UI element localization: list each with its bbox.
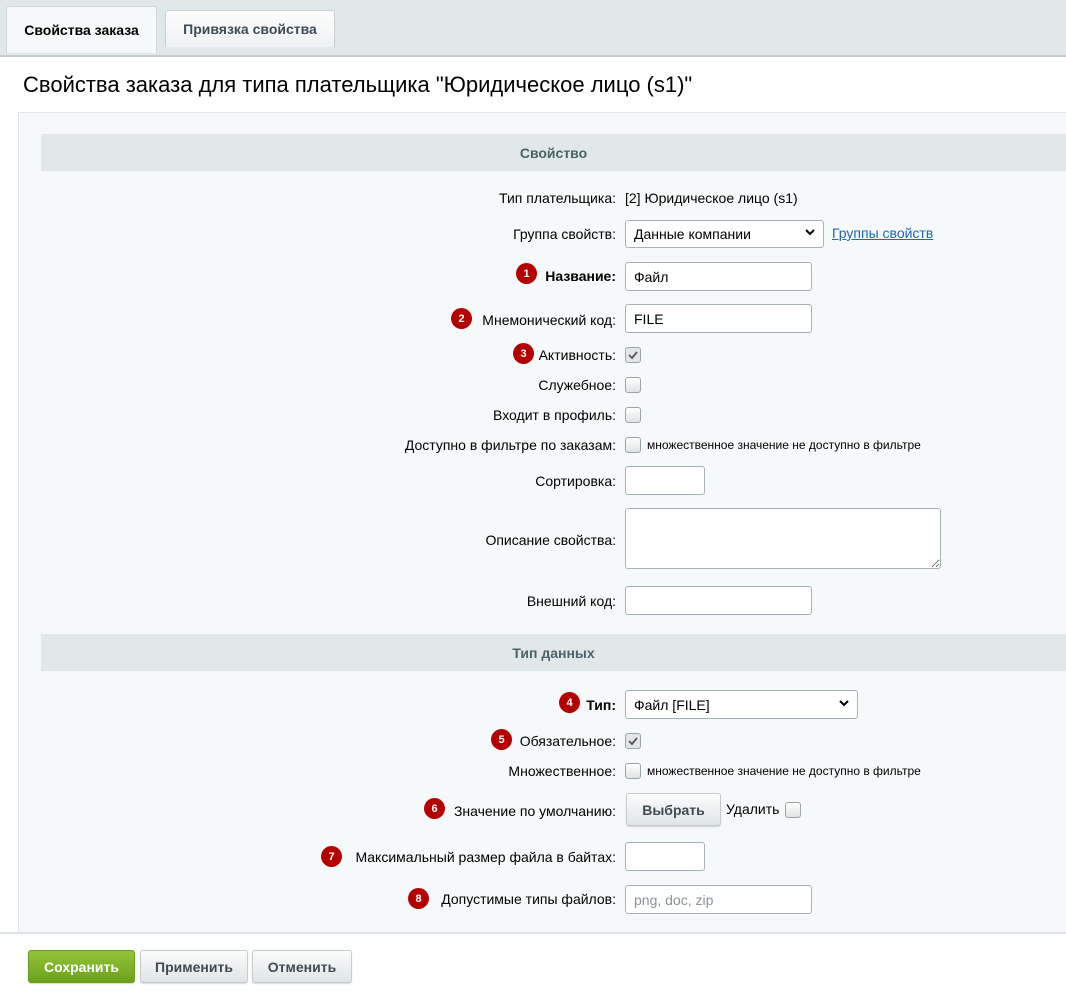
apply-button[interactable]: Применить — [140, 950, 248, 983]
delete-label: Удалить — [726, 801, 780, 817]
type-label: Тип: — [586, 697, 616, 713]
property-group-label: Группа свойств: — [513, 226, 616, 242]
multiple-note: множественное значение не доступно в фил… — [647, 764, 921, 778]
default-label: Значение по умолчанию: — [453, 803, 616, 819]
code-label: Мнемонический код: — [482, 312, 616, 328]
page-title: Свойства заказа для типа плательщика "Юр… — [23, 72, 693, 97]
callout-badge-5: 5 — [491, 729, 512, 750]
callout-badge-4: 4 — [559, 692, 580, 713]
description-label: Описание свойства: — [485, 532, 616, 548]
callout-badge-2: 2 — [451, 308, 472, 329]
property-group-select[interactable]: Данные компании — [625, 220, 824, 248]
util-label: Служебное: — [538, 377, 616, 393]
checkmark-icon — [628, 737, 638, 746]
xml-id-label: Внешний код: — [526, 593, 616, 609]
callout-badge-8: 8 — [408, 888, 429, 909]
profile-label: Входит в профиль: — [493, 407, 616, 423]
max-size-label: Максимальный размер файла в байтах: — [355, 849, 616, 865]
active-checkbox[interactable] — [625, 347, 641, 363]
cancel-button[interactable]: Отменить — [252, 950, 352, 983]
tab-bar: Свойства заказа Привязка свойства — [0, 0, 1066, 57]
checkmark-icon — [628, 351, 638, 360]
profile-checkbox[interactable] — [625, 407, 641, 423]
required-label: Обязательное: — [519, 733, 616, 749]
extensions-label: Допустимые типы файлов: — [441, 891, 616, 907]
code-input[interactable] — [625, 304, 812, 333]
property-groups-link[interactable]: Группы свойств — [832, 225, 933, 241]
multiple-checkbox[interactable] — [625, 763, 641, 779]
extensions-input[interactable] — [625, 885, 812, 914]
choose-file-button[interactable]: Выбрать — [626, 793, 721, 826]
util-checkbox[interactable] — [625, 377, 641, 393]
name-label: Название: — [545, 268, 616, 284]
payer-type-value: [2] Юридическое лицо (s1) — [625, 190, 798, 206]
callout-badge-3: 3 — [513, 343, 534, 364]
section-header-property: Свойство — [41, 134, 1066, 171]
sort-label: Сортировка: — [535, 473, 616, 489]
filter-checkbox[interactable] — [625, 437, 641, 453]
name-input[interactable] — [625, 262, 812, 291]
callout-badge-6: 6 — [424, 798, 445, 819]
section-header-data-type: Тип данных — [41, 634, 1066, 671]
payer-type-label: Тип плательщика: — [499, 190, 616, 206]
tab-property-binding[interactable]: Привязка свойства — [165, 10, 335, 47]
callout-badge-7: 7 — [321, 846, 342, 867]
active-label: Активность: — [538, 347, 616, 363]
save-button[interactable]: Сохранить — [28, 950, 135, 983]
sort-input[interactable] — [625, 466, 705, 495]
required-checkbox[interactable] — [625, 733, 641, 749]
description-textarea[interactable] — [625, 508, 941, 569]
type-select[interactable]: Файл [FILE] — [625, 690, 858, 719]
callout-badge-1: 1 — [516, 263, 537, 284]
footer-bar: Сохранить Применить Отменить — [0, 932, 1066, 994]
delete-checkbox[interactable] — [785, 802, 801, 818]
multiple-label: Множественное: — [508, 763, 616, 779]
xml-id-input[interactable] — [625, 586, 812, 615]
tab-order-properties[interactable]: Свойства заказа — [6, 6, 157, 53]
max-size-input[interactable] — [625, 842, 705, 871]
filter-note: множественное значение не доступно в фил… — [647, 438, 921, 452]
filter-label: Доступно в фильтре по заказам: — [404, 437, 616, 453]
